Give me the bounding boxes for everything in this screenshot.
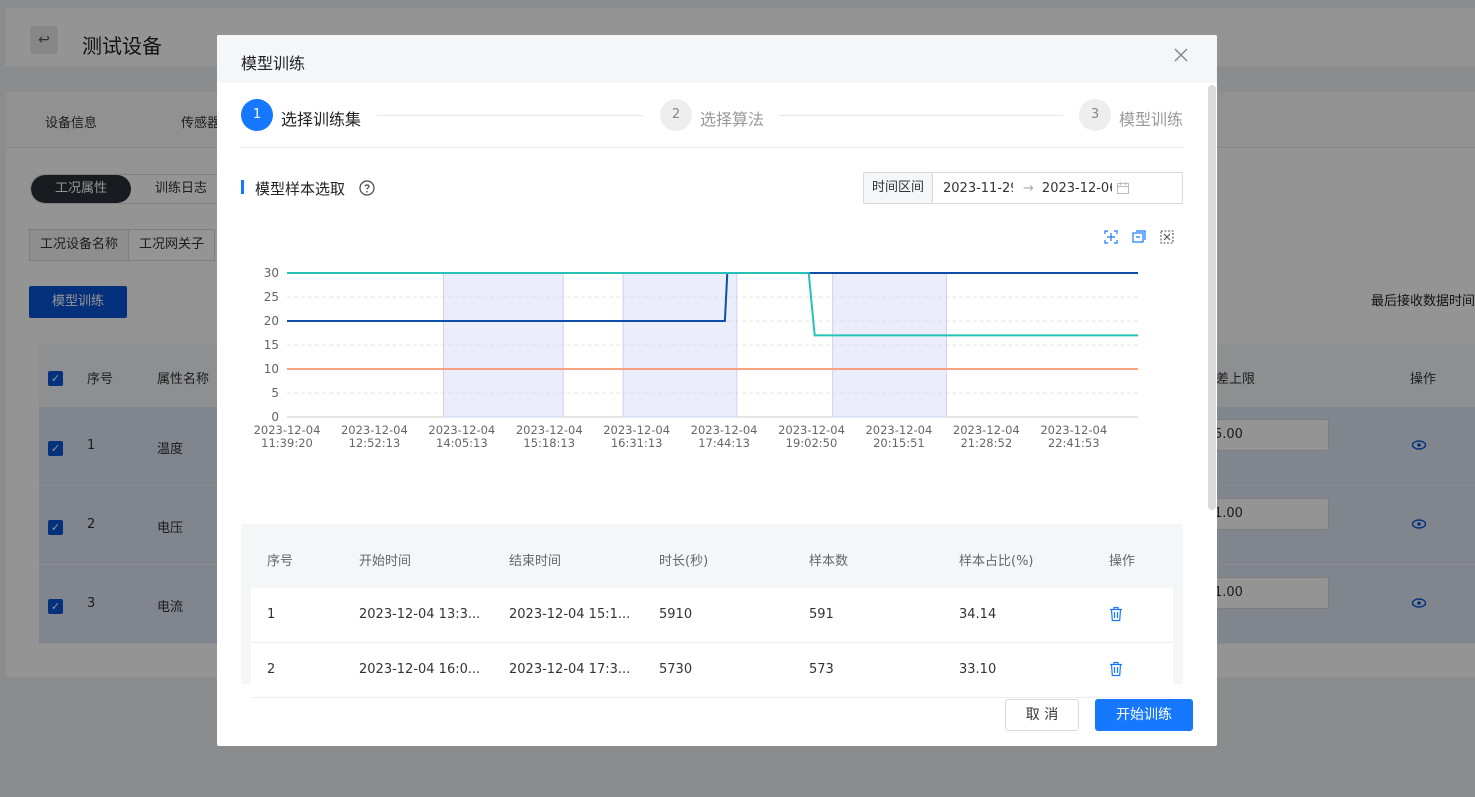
- selected-range: [442, 272, 564, 418]
- dialog-scrollbar[interactable]: [1208, 85, 1216, 510]
- selected-range: [832, 272, 947, 418]
- y-tick-label: 10: [264, 362, 279, 376]
- range-label: 时间区间: [864, 173, 934, 203]
- cell-duration: 5730: [659, 662, 693, 677]
- th-action: 操作: [1109, 554, 1136, 569]
- model-train-dialog: 模型训练 1 选择训练集 2 选择算法 3 模型训练 模型样本选取 时间区间 2…: [217, 35, 1217, 746]
- sample-line-chart[interactable]: 0510152025302023-12-0411:39:202023-12-04…: [241, 257, 1141, 487]
- x-tick-label: 17:44:13: [698, 436, 750, 450]
- y-tick-label: 30: [264, 266, 279, 280]
- x-tick-label: 2023-12-04: [865, 423, 932, 437]
- x-tick-label: 16:31:13: [611, 436, 663, 450]
- sample-table-header: 序号 开始时间 结束时间 时长(秒) 样本数 样本占比(%) 操作: [241, 524, 1183, 588]
- x-tick-label: 11:39:20: [261, 436, 313, 450]
- table-row: 2 2023-12-04 16:0... 2023-12-04 17:3... …: [251, 643, 1173, 698]
- table-row: 1 2023-12-04 13:3... 2023-12-04 15:1... …: [251, 588, 1173, 643]
- range-start-input[interactable]: 2023-11-29: [943, 181, 1013, 196]
- th-duration: 时长(秒): [659, 554, 709, 569]
- close-icon[interactable]: [1172, 46, 1190, 64]
- y-tick-label: 20: [264, 314, 279, 328]
- calendar-icon[interactable]: [1116, 181, 1130, 195]
- th-start-time: 开始时间: [359, 554, 412, 569]
- y-tick-label: 0: [271, 410, 279, 424]
- step-3-label: 模型训练: [1119, 110, 1184, 129]
- cell-start-time: 2023-12-04 13:3...: [359, 607, 481, 622]
- cell-index: 1: [267, 607, 276, 622]
- section-title: 模型样本选取: [255, 180, 346, 198]
- x-tick-label: 2023-12-04: [1040, 423, 1107, 437]
- x-tick-label: 15:18:13: [523, 436, 575, 450]
- zoom-select-icon[interactable]: [1103, 229, 1119, 245]
- zoom-reset-icon[interactable]: [1131, 229, 1147, 245]
- cell-duration: 5910: [659, 607, 693, 622]
- section-accent-bar: [241, 180, 244, 194]
- dialog-header: 模型训练: [217, 35, 1217, 83]
- cancel-button[interactable]: 取 消: [1005, 699, 1079, 731]
- x-tick-label: 2023-12-04: [341, 423, 408, 437]
- range-arrow-icon: →: [1023, 180, 1034, 196]
- delete-icon[interactable]: [1109, 661, 1123, 677]
- cell-end-time: 2023-12-04 15:1...: [509, 607, 631, 622]
- time-range-picker[interactable]: 时间区间 2023-11-29 → 2023-12-06: [863, 172, 1183, 204]
- x-tick-label: 2023-12-04: [691, 423, 758, 437]
- cell-sample-count: 573: [809, 662, 834, 677]
- step-2-number: 2: [660, 99, 692, 131]
- step-1-number: 1: [241, 99, 273, 131]
- y-tick-label: 5: [271, 386, 279, 400]
- step-indicator: 1 选择训练集 2 选择算法 3 模型训练: [241, 99, 1183, 133]
- cell-end-time: 2023-12-04 17:3...: [509, 662, 631, 677]
- th-sample-ratio: 样本占比(%): [959, 554, 1034, 569]
- x-tick-label: 14:05:13: [436, 436, 488, 450]
- x-tick-label: 12:52:13: [349, 436, 401, 450]
- clear-brush-icon[interactable]: [1159, 229, 1175, 245]
- th-index: 序号: [267, 554, 294, 569]
- x-tick-label: 22:41:53: [1048, 436, 1100, 450]
- cell-index: 2: [267, 662, 276, 677]
- selected-range: [622, 272, 738, 418]
- th-sample-count: 样本数: [809, 554, 849, 569]
- x-tick-label: 21:28:52: [960, 436, 1012, 450]
- x-tick-label: 2023-12-04: [953, 423, 1020, 437]
- x-tick-label: 19:02:50: [786, 436, 838, 450]
- x-tick-label: 2023-12-04: [603, 423, 670, 437]
- y-tick-label: 25: [264, 290, 279, 304]
- step-1-label: 选择训练集: [281, 110, 362, 129]
- th-end-time: 结束时间: [509, 554, 562, 569]
- x-tick-label: 2023-12-04: [428, 423, 495, 437]
- help-icon[interactable]: [359, 180, 375, 196]
- start-training-button[interactable]: 开始训练: [1095, 699, 1193, 731]
- cell-start-time: 2023-12-04 16:0...: [359, 662, 481, 677]
- x-tick-label: 2023-12-04: [516, 423, 583, 437]
- dialog-title: 模型训练: [241, 54, 306, 73]
- divider: [241, 147, 1183, 148]
- delete-icon[interactable]: [1109, 606, 1123, 622]
- step-2-label: 选择算法: [700, 110, 765, 129]
- step-connector: [377, 115, 643, 116]
- x-tick-label: 20:15:51: [873, 436, 925, 450]
- cell-sample-ratio: 34.14: [959, 607, 997, 622]
- cell-sample-count: 591: [809, 607, 834, 622]
- x-tick-label: 2023-12-04: [778, 423, 845, 437]
- step-connector: [779, 115, 1063, 116]
- step-3-number: 3: [1079, 99, 1111, 131]
- cell-sample-ratio: 33.10: [959, 662, 997, 677]
- y-tick-label: 15: [264, 338, 279, 352]
- range-end-input[interactable]: 2023-12-06: [1042, 181, 1112, 196]
- x-tick-label: 2023-12-04: [254, 423, 321, 437]
- sample-table: 序号 开始时间 结束时间 时长(秒) 样本数 样本占比(%) 操作 1 2023…: [241, 524, 1183, 698]
